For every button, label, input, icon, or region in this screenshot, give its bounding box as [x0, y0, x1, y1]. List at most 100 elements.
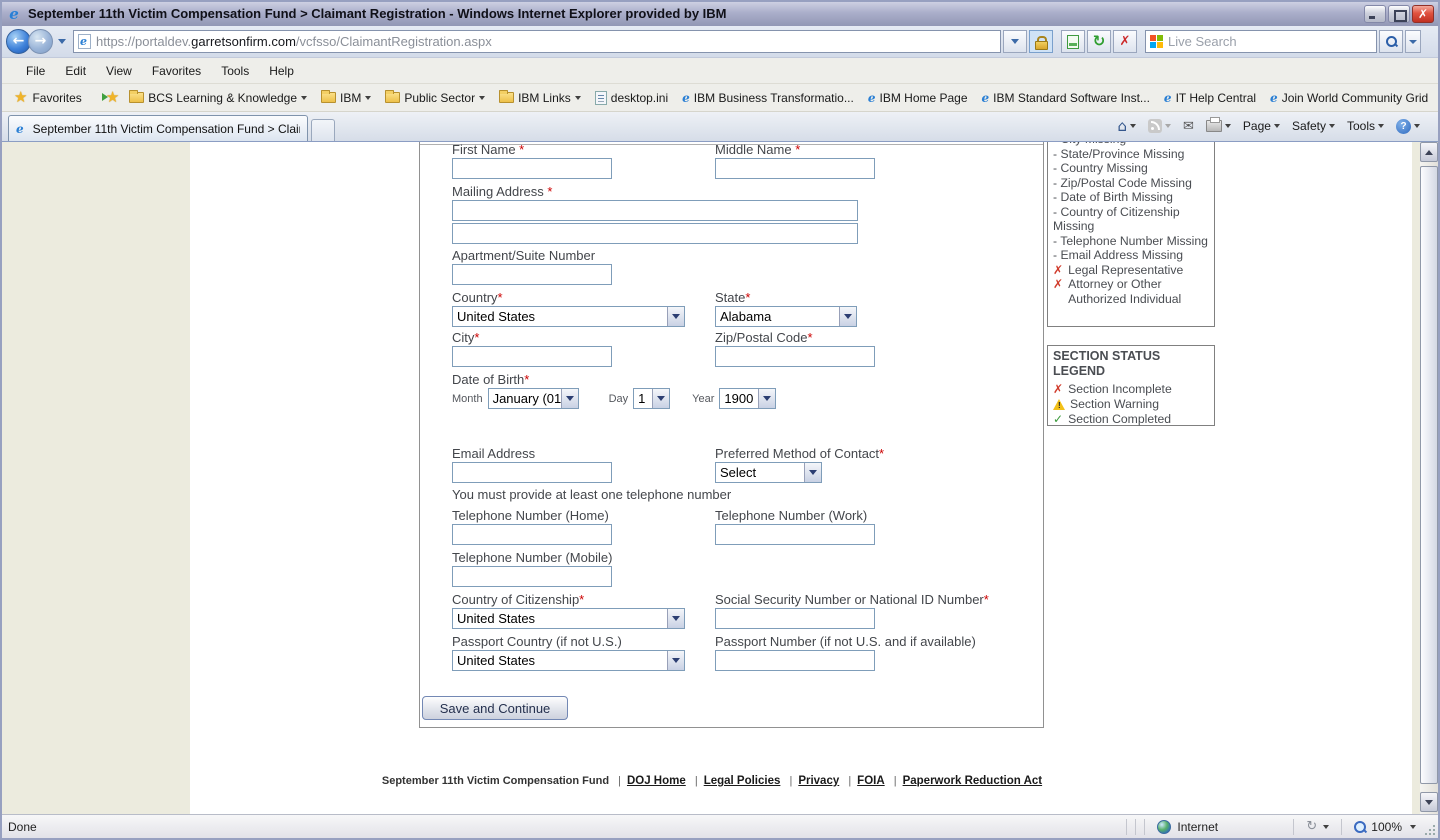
search-button[interactable]	[1379, 30, 1403, 53]
chevron-down-icon[interactable]	[667, 651, 684, 670]
address-dropdown-button[interactable]	[1003, 30, 1027, 53]
recent-pages-dropdown[interactable]	[55, 34, 69, 50]
search-input[interactable]	[1168, 34, 1372, 49]
forward-button[interactable]: →	[28, 29, 53, 54]
save-and-continue-button[interactable]: Save and Continue	[422, 696, 568, 720]
scroll-up-button[interactable]	[1420, 142, 1438, 162]
chevron-down-icon[interactable]	[652, 389, 669, 408]
passport-number-input[interactable]	[715, 650, 875, 671]
chevron-down-icon[interactable]	[839, 307, 856, 326]
first-name-input[interactable]	[452, 158, 612, 179]
mailing-address-line2-input[interactable]	[452, 223, 858, 244]
footer-link-paperwork[interactable]: Paperwork Reduction Act	[903, 775, 1043, 787]
close-button[interactable]: ✗	[1412, 5, 1434, 23]
dob-field: Date of Birth* Month January (01) Day 1 …	[452, 372, 776, 409]
live-search-box[interactable]	[1145, 30, 1377, 53]
menu-file[interactable]: File	[16, 58, 55, 84]
apartment-input[interactable]	[452, 264, 612, 285]
state-select[interactable]: Alabama	[715, 306, 857, 327]
scroll-down-button[interactable]	[1420, 792, 1438, 812]
favorites-folder-bcs[interactable]: BCS Learning & Knowledge	[129, 91, 307, 105]
menu-tools[interactable]: Tools	[211, 58, 259, 84]
feeds-button[interactable]	[1144, 119, 1175, 133]
citizenship-select[interactable]: United States	[452, 608, 685, 629]
favorites-link-world-grid[interactable]: eJoin World Community Grid	[1270, 91, 1428, 105]
ssn-input[interactable]	[715, 608, 875, 629]
scrollbar-thumb[interactable]	[1420, 166, 1438, 784]
passport-country-select[interactable]: United States	[452, 650, 685, 671]
new-tab-button[interactable]	[311, 119, 335, 141]
page-menu-button[interactable]: Page	[1239, 119, 1284, 133]
address-bar[interactable]: e https://portaldev.garretsonfirm.com/vc…	[73, 30, 1001, 53]
passport-country-field: Passport Country (if not U.S.) United St…	[452, 634, 685, 671]
favorites-folder-ibm[interactable]: IBM	[321, 91, 371, 105]
stop-button[interactable]: ✗	[1113, 30, 1137, 53]
restore-button[interactable]	[1388, 5, 1410, 23]
menu-view[interactable]: View	[96, 58, 142, 84]
chevron-down-icon[interactable]	[667, 307, 684, 326]
chevron-down-icon[interactable]	[667, 609, 684, 628]
contact-method-field: Preferred Method of Contact* Select	[715, 446, 884, 483]
zoom-button[interactable]: 100%	[1346, 820, 1424, 834]
check-mark-icon: ✓	[1053, 412, 1063, 426]
email-input[interactable]	[452, 462, 612, 483]
mailing-address-line1-input[interactable]	[452, 200, 858, 221]
tools-menu-button[interactable]: Tools	[1343, 119, 1388, 133]
footer-link-doj-home[interactable]: DOJ Home	[627, 775, 686, 787]
search-options-dropdown[interactable]	[1405, 30, 1421, 53]
folder-icon	[129, 92, 144, 103]
favorites-link-ibm-software[interactable]: eIBM Standard Software Inst...	[982, 91, 1150, 105]
dob-day-select[interactable]: 1	[633, 388, 670, 409]
refresh-button[interactable]: ↻	[1087, 30, 1111, 53]
phone-work-input[interactable]	[715, 524, 875, 545]
safety-menu-button[interactable]: Safety	[1288, 119, 1339, 133]
menu-edit[interactable]: Edit	[55, 58, 96, 84]
browser-window: e September 11th Victim Compensation Fun…	[0, 0, 1440, 840]
phone-mobile-input[interactable]	[452, 566, 612, 587]
favorites-bar: ★ Favorites ★ BCS Learning & Knowledge I…	[2, 84, 1438, 112]
footer-link-privacy[interactable]: Privacy	[798, 775, 839, 787]
phone-home-input[interactable]	[452, 524, 612, 545]
city-input[interactable]	[452, 346, 612, 367]
status-bar: Done Internet ↻ 100%	[2, 814, 1438, 838]
favorites-link-ibm-business[interactable]: eIBM Business Transformatio...	[682, 91, 854, 105]
zip-input[interactable]	[715, 346, 875, 367]
dob-year-label: Year	[692, 393, 714, 405]
compatibility-view-button[interactable]	[1061, 30, 1085, 53]
footer-link-legal-policies[interactable]: Legal Policies	[704, 775, 781, 787]
menu-help[interactable]: Help	[259, 58, 304, 84]
chevron-down-icon[interactable]	[561, 389, 578, 408]
resize-grip[interactable]	[1424, 815, 1438, 838]
favorites-button[interactable]: Favorites	[32, 91, 81, 105]
favorites-item-desktop-ini[interactable]: desktop.ini	[595, 91, 668, 105]
add-to-favorites-button[interactable]: ★	[106, 89, 119, 107]
apartment-field: Apartment/Suite Number	[452, 248, 612, 285]
chevron-down-icon[interactable]	[758, 389, 775, 408]
favorites-folder-ibm-links[interactable]: IBM Links	[499, 91, 581, 105]
dob-month-select[interactable]: January (01)	[488, 388, 579, 409]
read-mail-button[interactable]: ✉	[1179, 120, 1198, 133]
dob-day-label: Day	[609, 393, 629, 405]
dob-year-select[interactable]: 1900	[719, 388, 776, 409]
section-validation-box: - City Missing - State/Province Missing …	[1047, 142, 1215, 327]
home-button[interactable]: ⌂	[1113, 119, 1140, 134]
chevron-down-icon[interactable]	[804, 463, 821, 482]
footer-link-foia[interactable]: FOIA	[857, 775, 884, 787]
favorites-link-ibm-home[interactable]: eIBM Home Page	[868, 91, 968, 105]
active-tab[interactable]: e September 11th Victim Compensation Fun…	[8, 115, 308, 141]
window-title: September 11th Victim Compensation Fund …	[28, 2, 727, 26]
help-button[interactable]: ?	[1392, 119, 1424, 134]
protected-mode-button[interactable]: ↻	[1298, 820, 1337, 833]
vertical-scrollbar[interactable]	[1420, 142, 1438, 814]
contact-method-select[interactable]: Select	[715, 462, 822, 483]
middle-name-input[interactable]	[715, 158, 875, 179]
favorites-folder-public-sector[interactable]: Public Sector	[385, 91, 485, 105]
url-text[interactable]: https://portaldev.garretsonfirm.com/vcfs…	[96, 31, 492, 53]
security-lock-icon[interactable]	[1029, 30, 1053, 53]
ie-logo-icon: e	[6, 6, 22, 22]
country-select[interactable]: United States	[452, 306, 685, 327]
print-button[interactable]	[1202, 120, 1235, 132]
menu-favorites[interactable]: Favorites	[142, 58, 211, 84]
favorites-link-it-help[interactable]: eIT Help Central	[1164, 91, 1256, 105]
minimize-button[interactable]	[1364, 5, 1386, 23]
